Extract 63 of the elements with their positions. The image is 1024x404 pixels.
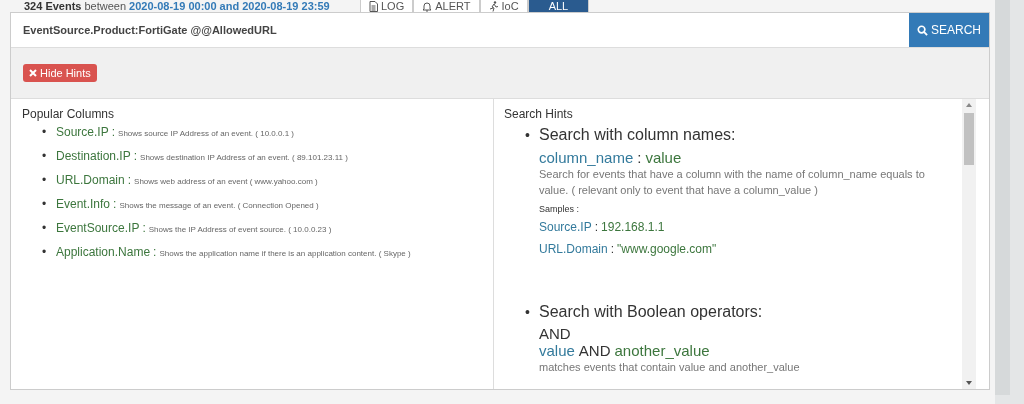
- column-name[interactable]: Application.Name: [56, 245, 151, 259]
- between-label: between: [84, 0, 127, 12]
- hide-hints-button[interactable]: Hide Hints: [23, 64, 97, 82]
- colon-separator: :: [153, 245, 157, 259]
- search-icon: [917, 24, 928, 36]
- column-name[interactable]: Source.IP: [56, 125, 109, 139]
- bullet: •: [525, 303, 531, 322]
- column-description: Shows web address of an event ( www.yahoo.com ): [134, 177, 318, 186]
- column-description: Shows destination IP Address of an event. ( 89.101.23.11 ): [140, 153, 348, 162]
- sample-key: Source.IP: [539, 220, 592, 234]
- colon-separator: :: [133, 149, 138, 163]
- view-tab[interactable]: ALERT: [413, 0, 480, 12]
- colon-separator: :: [142, 221, 146, 235]
- bullet: •: [42, 197, 48, 211]
- syntax-separator: :: [610, 242, 615, 256]
- column-name[interactable]: Event.Info: [56, 197, 111, 211]
- event-count: 324 Events: [24, 0, 82, 12]
- date-range[interactable]: 2020-08-19 00:00 and 2020-08-19 23:59: [129, 0, 330, 12]
- colon-separator: :: [113, 197, 117, 211]
- bullet: •: [42, 173, 48, 187]
- column-name[interactable]: EventSource.IP: [56, 221, 140, 235]
- colon-separator: :: [127, 173, 132, 187]
- bullet: •: [525, 126, 531, 145]
- column-description: Shows the message of an event. ( Connection Opened ): [119, 201, 319, 210]
- bell-icon: [422, 1, 433, 12]
- hint-title: Search with column names:: [539, 125, 737, 145]
- sample-value: 192.168.1.1: [601, 220, 665, 234]
- syntax-value: value: [645, 149, 682, 166]
- syntax-key: column_name: [539, 149, 634, 166]
- column-name[interactable]: URL.Domain: [56, 173, 125, 187]
- syntax-separator: :: [594, 220, 599, 234]
- figure-icon: [488, 1, 499, 12]
- section-title: Popular Columns: [22, 107, 116, 121]
- view-tab[interactable]: ALL: [527, 0, 590, 12]
- bullet: •: [42, 125, 48, 139]
- column-description: Shows the application name if there is an application content. ( Skype ): [159, 249, 411, 258]
- search-field[interactable]: EventSource.Product:FortiGate @@AllowedURL: [11, 13, 909, 47]
- syntax-separator: AND: [578, 342, 611, 359]
- sample-key: URL.Domain: [539, 242, 608, 256]
- column-name[interactable]: Destination.IP: [56, 149, 131, 163]
- hint-title: Search with Boolean operators:: [539, 302, 764, 322]
- samples-label: Samples :: [539, 204, 581, 214]
- column-description: Shows source IP Address of an event. ( 10.0.0.1 ): [118, 129, 294, 138]
- scrollbar[interactable]: [962, 99, 976, 389]
- bullet: •: [42, 221, 48, 235]
- section-title: Search Hints: [504, 107, 574, 121]
- syntax-key: value: [539, 342, 575, 359]
- syntax-value: another_value: [614, 342, 710, 359]
- syntax-separator: :: [637, 149, 642, 166]
- view-tab[interactable]: IoC: [479, 0, 528, 12]
- document-icon: [369, 1, 378, 12]
- operator-name: AND: [539, 326, 572, 342]
- view-tab[interactable]: LOG: [360, 0, 414, 12]
- search-button[interactable]: SEARCH: [909, 13, 989, 47]
- close-icon: [29, 69, 37, 77]
- hint-description: Search for events that have a column with the name of column_name equals to value. ( relevant only to event that have a column_value ): [539, 167, 926, 198]
- colon-separator: :: [111, 125, 116, 139]
- hint-description: matches events that contain value and another_value: [539, 360, 800, 375]
- scrollbar[interactable]: [995, 0, 1010, 395]
- bullet: •: [42, 245, 48, 259]
- sample-value: "www.google.com": [617, 242, 717, 256]
- bullet: •: [42, 149, 48, 163]
- column-description: Shows the IP Address of event source. ( 10.0.0.23 ): [148, 225, 332, 234]
